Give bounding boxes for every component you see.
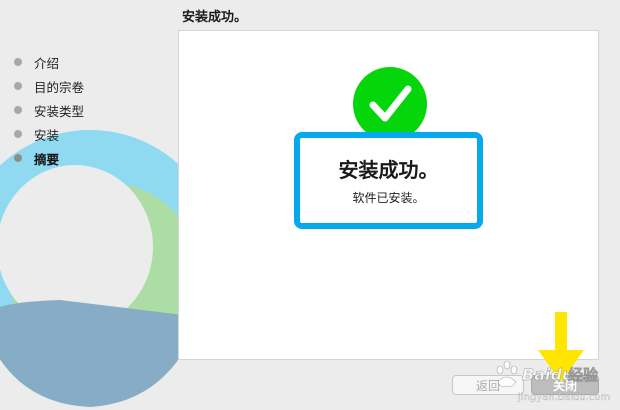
step-installation: 安装 (14, 122, 84, 146)
step-bullet-icon (14, 82, 22, 90)
step-label: 安装 (34, 127, 60, 143)
baidu-watermark-logo: Baidu 经验 jingyan.baidu.com (496, 360, 610, 403)
step-bullet-icon (14, 58, 22, 66)
success-title: 安装成功。 (338, 158, 439, 182)
step-install-type: 安装类型 (14, 98, 84, 122)
step-summary: 摘要 (14, 146, 84, 170)
step-introduction: 介绍 (14, 50, 84, 74)
step-label: 安装类型 (34, 103, 85, 119)
installer-steps-list: 介绍 目的宗卷 安装类型 安装 摘要 (14, 50, 84, 170)
installer-header-title: 安装成功。 (182, 10, 248, 25)
installer-window: 安装成功。 介绍 目的宗卷 安装类型 安装 摘要 安装成功。 软件已安装。 返回… (0, 0, 620, 410)
svg-text:jingyan.baidu.com: jingyan.baidu.com (517, 392, 610, 403)
step-label: 目的宗卷 (34, 79, 85, 95)
success-subtitle: 软件已安装。 (352, 191, 425, 205)
step-label: 摘要 (34, 151, 60, 167)
step-destination: 目的宗卷 (14, 74, 84, 98)
step-bullet-icon (14, 106, 22, 114)
step-bullet-icon (14, 130, 22, 138)
step-bullet-icon (14, 154, 22, 162)
content-panel: 安装成功。 软件已安装。 (178, 30, 599, 360)
step-label: 介绍 (34, 55, 60, 71)
svg-text:Baidu: Baidu (522, 365, 573, 384)
checkmark-circle-icon (353, 67, 427, 141)
checkmark-icon (369, 85, 412, 122)
svg-text:经验: 经验 (568, 366, 599, 384)
success-highlight-box: 安装成功。 软件已安装。 (294, 132, 483, 229)
